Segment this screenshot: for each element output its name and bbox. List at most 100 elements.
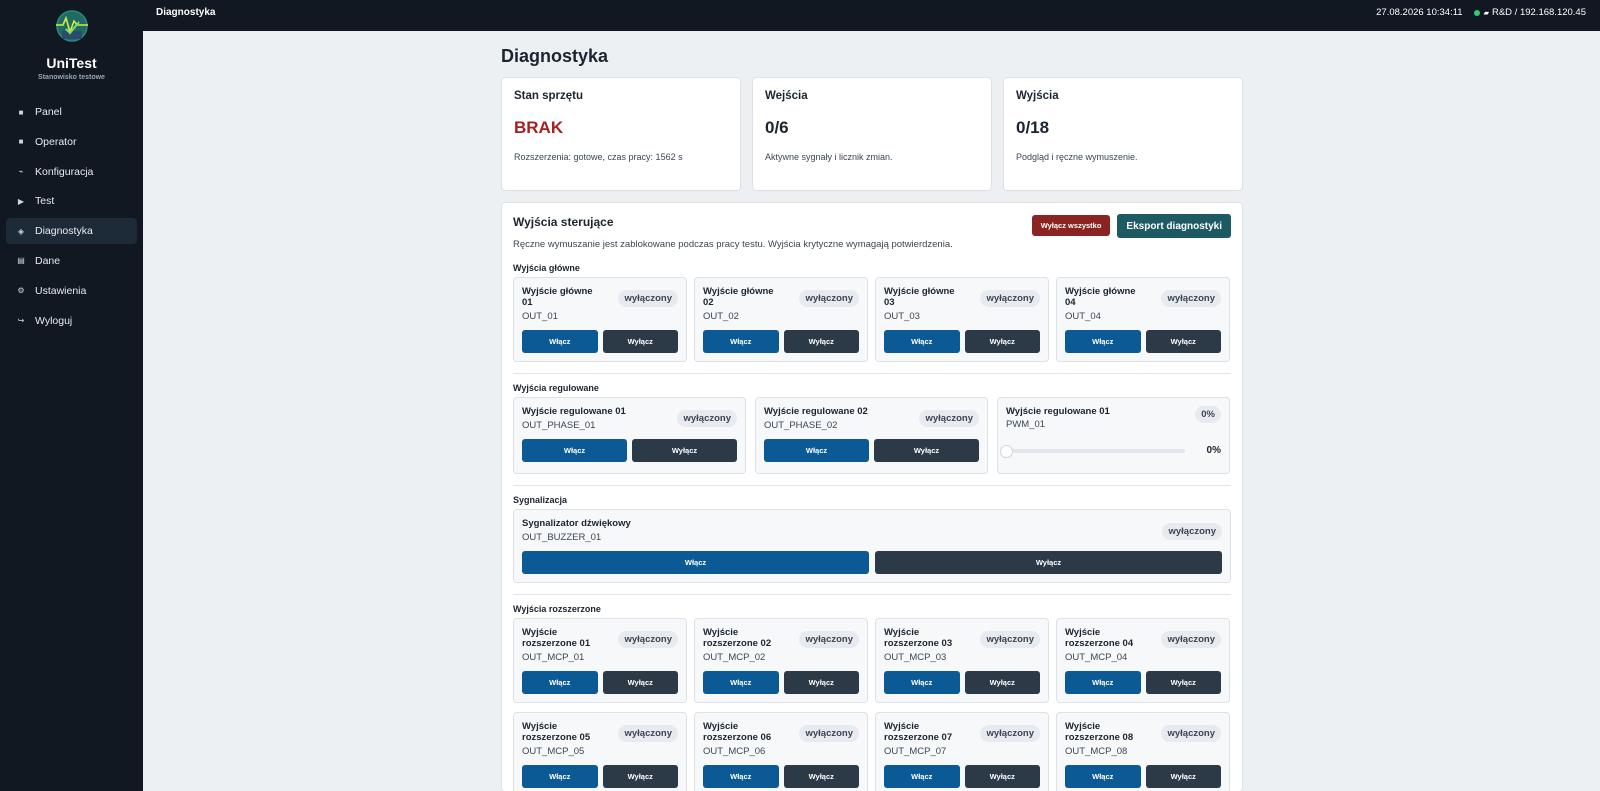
- state-badge: wyłączony: [1161, 290, 1221, 307]
- state-badge: wyłączony: [618, 725, 678, 742]
- state-badge: wyłączony: [799, 725, 859, 742]
- on-button[interactable]: Włącz: [1065, 765, 1141, 788]
- sidebar-item-operator[interactable]: ■ Operator: [6, 129, 137, 155]
- output-name: Wyjście rozszerzone 07: [884, 721, 953, 743]
- card-header: Wyjście regulowane 01 PWM_01 0%: [1006, 406, 1221, 430]
- on-button[interactable]: Włącz: [522, 765, 598, 788]
- brand: UniTest Stanowisko testowe: [0, 0, 143, 98]
- off-button[interactable]: Wyłącz: [964, 671, 1040, 694]
- card-info: Wyjście główne 01 OUT_01: [522, 286, 604, 322]
- card-info: Wyjście rozszerzone 04 OUT_MCP_04: [1065, 627, 1147, 663]
- output-card: Wyjście rozszerzone 07 OUT_MCP_07 wyłączon…: [875, 712, 1049, 791]
- on-button[interactable]: Włącz: [1065, 671, 1141, 694]
- datetime: 27.08.2026 10:34:11: [1376, 7, 1463, 18]
- output-code: OUT_BUZZER_01: [522, 532, 602, 543]
- off-button[interactable]: Wyłącz: [1145, 330, 1221, 353]
- off-button[interactable]: Wyłącz: [1145, 671, 1221, 694]
- connection-info: R&D / 192.168.120.45: [1491, 7, 1586, 18]
- off-button[interactable]: Wyłącz: [783, 330, 859, 353]
- output-name: Wyjście główne 02: [703, 286, 774, 308]
- on-button[interactable]: Włącz: [522, 551, 869, 574]
- logo-icon: [55, 10, 88, 42]
- off-button[interactable]: Wyłącz: [874, 439, 979, 462]
- off-button[interactable]: Wyłącz: [964, 330, 1040, 353]
- output-name: Wyjście regulowane 01: [522, 406, 626, 417]
- sidebar-item-konfiguracja[interactable]: ⌁ Konfiguracja: [6, 159, 137, 185]
- card-header: Wyjście główne 04 OUT_04 wyłączony: [1065, 286, 1221, 322]
- main-outputs-grid: Wyjście główne 01 OUT_01 wyłączony Włącz Wył…: [513, 277, 1231, 362]
- card-header: Sygnalizator dźwiękowy OUT_BUZZER_01 wył…: [522, 518, 1222, 543]
- off-button[interactable]: Wyłącz: [632, 439, 737, 462]
- diamond-icon: ◈: [17, 226, 25, 236]
- output-code: OUT_04: [1065, 311, 1101, 322]
- off-button[interactable]: Wyłącz: [602, 330, 678, 353]
- card-header: Wyjście rozszerzone 03 OUT_MCP_03 wyłączon…: [884, 627, 1040, 663]
- off-button[interactable]: Wyłącz: [1145, 765, 1221, 788]
- button-row: Włącz Wyłącz: [884, 671, 1040, 694]
- on-button[interactable]: Włącz: [884, 671, 960, 694]
- on-button[interactable]: Włącz: [522, 439, 627, 462]
- button-row: Włącz Wyłącz: [522, 330, 678, 353]
- disable-all-button[interactable]: Wyłącz wszystko: [1031, 215, 1111, 236]
- sidebar-item-diagnostyka[interactable]: ◈ Diagnostyka: [6, 218, 137, 245]
- plug-icon: ▰: [1483, 9, 1489, 17]
- off-button[interactable]: Wyłącz: [875, 551, 1222, 574]
- stat-title: Wyjścia: [1016, 90, 1059, 102]
- on-button[interactable]: Włącz: [884, 765, 960, 788]
- output-card: Wyjście rozszerzone 04 OUT_MCP_04 wyłączon…: [1056, 618, 1230, 703]
- output-card: Wyjście regulowane 02 OUT_PHASE_02 wyłączo…: [755, 397, 988, 474]
- extended-outputs-grid: Wyjście rozszerzone 01 OUT_MCP_01 wyłączon…: [513, 618, 1231, 703]
- button-row: Włącz Wyłącz: [1065, 765, 1221, 788]
- card-header: Wyjście rozszerzone 05 OUT_MCP_05 wyłączon…: [522, 721, 678, 757]
- output-card: Wyjście rozszerzone 05 OUT_MCP_05 wyłączon…: [513, 712, 687, 791]
- state-badge: wyłączony: [919, 410, 979, 427]
- button-row: Włącz Wyłącz: [703, 765, 859, 788]
- grid-icon: ▤: [17, 256, 25, 266]
- card-info: Wyjście rozszerzone 06 OUT_MCP_06: [703, 721, 785, 757]
- on-button[interactable]: Włącz: [703, 330, 779, 353]
- off-button[interactable]: Wyłącz: [783, 671, 859, 694]
- output-name: Wyjście rozszerzone 03: [884, 627, 953, 649]
- sidebar-item-label: Dane: [35, 254, 61, 267]
- output-code: OUT_01: [522, 311, 558, 322]
- panel-description: Ręczne wymuszanie jest zablokowane podcz…: [513, 239, 953, 250]
- card-info: Wyjście rozszerzone 02 OUT_MCP_02: [703, 627, 785, 663]
- pwm-badge: 0%: [1195, 406, 1221, 423]
- on-button[interactable]: Włącz: [1065, 330, 1141, 353]
- output-code: OUT_MCP_06: [703, 746, 766, 757]
- slider-knob[interactable]: [1000, 444, 1013, 458]
- output-name: Wyjście rozszerzone 04: [1065, 627, 1134, 649]
- on-button[interactable]: Włącz: [884, 330, 960, 353]
- on-button[interactable]: Włącz: [703, 671, 779, 694]
- output-card: Wyjście rozszerzone 06 OUT_MCP_06 wyłączon…: [694, 712, 868, 791]
- stat-value: 0/6: [765, 118, 789, 137]
- sidebar-item-dane[interactable]: ▤ Dane: [6, 248, 137, 274]
- output-code: OUT_03: [884, 311, 920, 322]
- divider: [513, 485, 1231, 486]
- sidebar-item-panel[interactable]: ■ Panel: [6, 99, 137, 125]
- card-header: Wyjście rozszerzone 01 OUT_MCP_01 wyłączon…: [522, 627, 678, 663]
- off-button[interactable]: Wyłącz: [783, 765, 859, 788]
- on-button[interactable]: Włącz: [522, 330, 598, 353]
- off-button[interactable]: Wyłącz: [964, 765, 1040, 788]
- off-button[interactable]: Wyłącz: [602, 671, 678, 694]
- output-code: OUT_02: [703, 311, 739, 322]
- on-button[interactable]: Włącz: [703, 765, 779, 788]
- stat-card-hardware: Stan sprzętu BRAK Rozszerzenia: gotowe, …: [501, 77, 741, 191]
- export-diagnostics-button[interactable]: Eksport diagnostyki: [1117, 214, 1231, 238]
- topbar: Diagnostyka 27.08.2026 10:34:11 ▰ R&D / …: [143, 0, 1600, 31]
- card-header: Wyjście rozszerzone 07 OUT_MCP_07 wyłączon…: [884, 721, 1040, 757]
- off-button[interactable]: Wyłącz: [602, 765, 678, 788]
- app-name: UniTest: [46, 55, 97, 71]
- pwm-slider[interactable]: [1000, 444, 1185, 458]
- sidebar-item-label: Ustawienia: [35, 284, 87, 297]
- output-code: OUT_MCP_02: [703, 652, 766, 663]
- sidebar-item-wyloguj[interactable]: ↪ Wyloguj: [6, 308, 137, 334]
- output-code: OUT_PHASE_01: [522, 420, 596, 431]
- on-button[interactable]: Włącz: [522, 671, 598, 694]
- pwm-card: Wyjście regulowane 01 PWM_01 0% 0%: [997, 397, 1230, 474]
- sidebar-item-test[interactable]: ▶ Test: [6, 188, 137, 214]
- stat-card-inputs: Wejścia 0/6 Aktywne sygnały i licznik zm…: [752, 77, 992, 191]
- on-button[interactable]: Włącz: [764, 439, 869, 462]
- sidebar-item-ustawienia[interactable]: ⚙ Ustawienia: [6, 278, 137, 304]
